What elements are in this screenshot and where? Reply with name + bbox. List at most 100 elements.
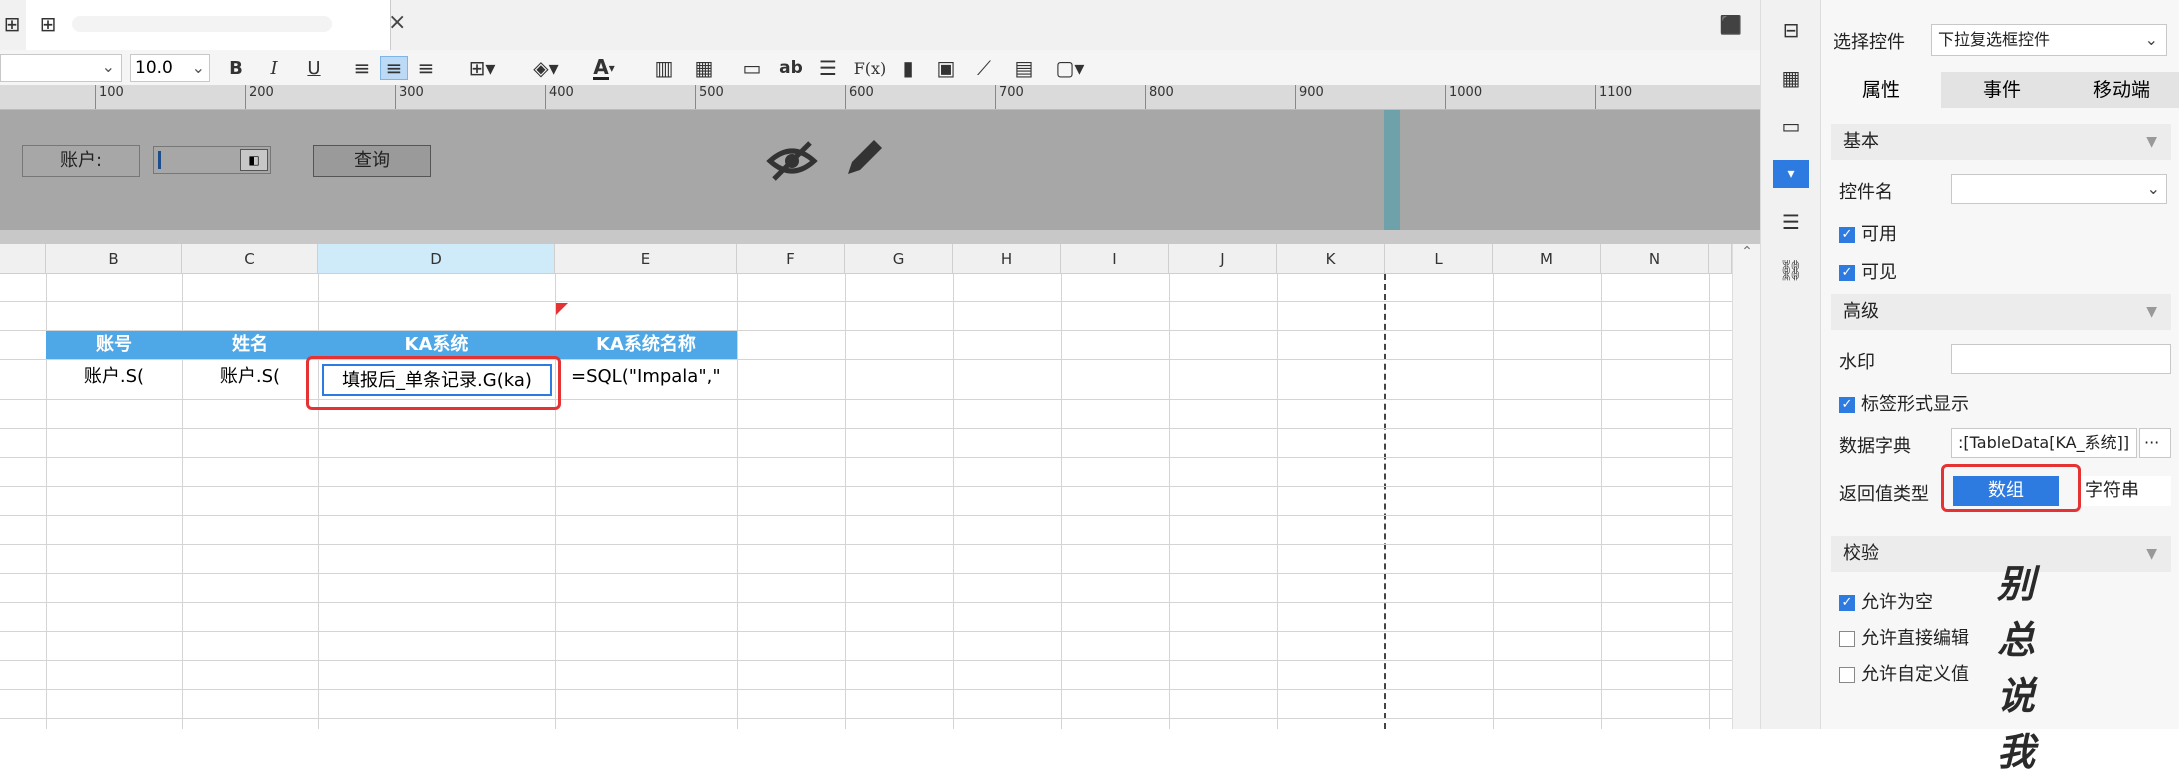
header-cell-account[interactable]: 账号 (46, 331, 182, 359)
vertical-scrollbar[interactable]: ⌃ (1732, 244, 1760, 729)
grid-add-icon[interactable]: ⊞ (0, 10, 24, 38)
watermark-input[interactable] (1951, 344, 2171, 374)
ruler-tick: 800 (1145, 85, 1174, 109)
data-cell-account[interactable]: 账户.S( (46, 362, 182, 398)
check-icon: ✓ (1839, 227, 1855, 243)
col-header-d[interactable]: D (318, 244, 555, 274)
tab-active[interactable]: ⊞ × (26, 0, 406, 50)
section-basic[interactable]: 基本 ▼ (1831, 124, 2171, 160)
close-icon[interactable]: × (388, 10, 406, 35)
checkbox-box-icon (1839, 631, 1855, 647)
dropdown-arrow-icon[interactable]: ◧ (240, 149, 268, 171)
control-name-input[interactable]: ⌄ (1951, 174, 2167, 204)
allow-empty-checkbox[interactable]: ✓ 允许为空 (1839, 588, 1933, 614)
font-color-button[interactable]: A ▾ (582, 54, 626, 82)
control-name-label: 控件名 (1839, 182, 1893, 203)
account-dropdown[interactable]: ◧ (153, 146, 271, 174)
select-control-dropdown[interactable]: 下拉复选框控件 ⌄ (1931, 24, 2167, 56)
condition-attr-icon[interactable]: ☰ (1777, 208, 1805, 236)
col-header-l[interactable]: L (1385, 244, 1493, 274)
query-button[interactable]: 查询 (313, 145, 431, 177)
cell-marker-triangle (556, 303, 568, 315)
tab-properties[interactable]: 属性 (1821, 72, 1941, 108)
col-header-g[interactable]: G (845, 244, 953, 274)
pencil-icon[interactable] (840, 132, 890, 182)
underline-button[interactable]: U (302, 56, 326, 80)
italic-button[interactable]: I (262, 56, 286, 80)
font-family-select[interactable]: ⌄ (0, 54, 122, 82)
allow-custom-checkbox[interactable]: 允许自定义值 (1839, 660, 1969, 686)
align-left-icon[interactable]: ≡ (350, 56, 374, 80)
horizontal-ruler: 100 200 300 400 500 600 700 800 900 1000… (0, 85, 1760, 110)
text-format-button[interactable]: ab (776, 56, 806, 80)
hyperlink-icon[interactable]: ⛓ (1777, 256, 1805, 284)
col-header-m[interactable]: M (1493, 244, 1601, 274)
border-icon[interactable]: ⊞▾ (462, 56, 502, 80)
bold-button[interactable]: B (224, 56, 248, 80)
data-dict-more-button[interactable]: ··· (2139, 428, 2171, 458)
image-icon[interactable]: ▣ (932, 56, 960, 80)
formula-button[interactable]: F(x) (852, 56, 888, 80)
fill-color-icon[interactable]: ◈▾ (524, 56, 568, 80)
bar-chart-icon[interactable]: ▮ (894, 56, 922, 80)
enabled-checkbox[interactable]: ✓ 可用 (1839, 220, 1897, 246)
pane-boundary-marker (1384, 110, 1400, 230)
col-header-b[interactable]: B (46, 244, 182, 274)
ruler-tick: 1000 (1445, 85, 1482, 109)
col-header-j[interactable]: J (1169, 244, 1277, 274)
col-header-n[interactable]: N (1601, 244, 1709, 274)
tab-mobile[interactable]: 移动端 (2063, 72, 2179, 108)
sub-report-icon[interactable]: ▤ (1010, 56, 1038, 80)
align-center-icon[interactable]: ≡ (380, 56, 408, 80)
account-label: 账户: (22, 145, 140, 177)
check-icon: ✓ (1839, 265, 1855, 281)
section-advanced-title: 高级 (1843, 301, 1879, 322)
highlight-box-return-type (1941, 464, 2081, 512)
section-advanced[interactable]: 高级 ▼ (1831, 294, 2171, 330)
tab-events[interactable]: 事件 (1943, 72, 2061, 108)
return-type-string-button[interactable]: 字符串 (2081, 476, 2171, 506)
merge-cells-icon[interactable]: ▥ (650, 56, 678, 80)
cell-element-icon[interactable]: ▦ (1777, 64, 1805, 92)
cell-attr-icon[interactable]: ⊟ (1777, 16, 1805, 44)
slash-line-icon[interactable]: ⟋ (970, 56, 998, 80)
data-dict-input[interactable]: :[TableData[KA_系统]] (1951, 428, 2137, 458)
widget-properties-panel: 选择控件 下拉复选框控件 ⌄ 属性 事件 移动端 基本 ▼ 控件名 ⌄ ✓ 可用 … (1820, 0, 2179, 774)
chevron-down-icon: ▼ (2146, 546, 2157, 562)
col-header-e[interactable]: E (555, 244, 737, 274)
data-cell-ka-system-name[interactable]: =SQL("Impala"," (555, 362, 737, 398)
align-right-icon[interactable]: ≡ (414, 56, 438, 80)
font-color-glyph: A (593, 54, 609, 80)
ruler-tick: 300 (395, 85, 424, 109)
font-size-select[interactable]: 10.0 ⌄ (130, 54, 210, 82)
pane-separator[interactable] (0, 230, 1760, 244)
checkbox-box-icon (1839, 667, 1855, 683)
visible-checkbox[interactable]: ✓ 可见 (1839, 258, 1897, 284)
header-cell-ka-system[interactable]: KA系统 (318, 331, 555, 359)
frame-icon[interactable]: ▢▾ (1050, 56, 1090, 80)
split-cells-icon[interactable]: ▦ (690, 56, 718, 80)
header-cell-ka-system-name[interactable]: KA系统名称 (555, 331, 737, 359)
chevron-down-icon: ▼ (2146, 304, 2157, 320)
allow-edit-checkbox[interactable]: 允许直接编辑 (1839, 624, 1969, 650)
wrap-text-icon[interactable]: ☰ (814, 56, 842, 80)
enabled-label: 可用 (1861, 224, 1897, 245)
spreadsheet-grid[interactable]: B C D E F G H I J K L M N ⌃ 账号 姓名 KA系统 K… (0, 244, 1760, 729)
eye-hidden-icon[interactable] (766, 135, 818, 187)
col-header-o[interactable] (1709, 244, 1732, 274)
float-element-icon[interactable]: ▭ (1777, 112, 1805, 140)
pin-icon[interactable]: ⬛ (1718, 12, 1744, 38)
tag-display-checkbox[interactable]: ✓ 标签形式显示 (1839, 390, 1969, 416)
col-header-h[interactable]: H (953, 244, 1061, 274)
col-header-f[interactable]: F (737, 244, 845, 274)
ruler-tick: 700 (995, 85, 1024, 109)
widget-settings-icon[interactable]: ▾ (1773, 160, 1809, 188)
scroll-up-icon[interactable]: ⌃ (1733, 244, 1760, 260)
textbox-icon[interactable]: ▭ (738, 56, 766, 80)
col-header-i[interactable]: I (1061, 244, 1169, 274)
col-header-c[interactable]: C (182, 244, 318, 274)
allow-empty-label: 允许为空 (1861, 592, 1933, 613)
header-cell-name[interactable]: 姓名 (182, 331, 318, 359)
data-cell-name[interactable]: 账户.S( (182, 362, 318, 398)
col-header-k[interactable]: K (1277, 244, 1385, 274)
